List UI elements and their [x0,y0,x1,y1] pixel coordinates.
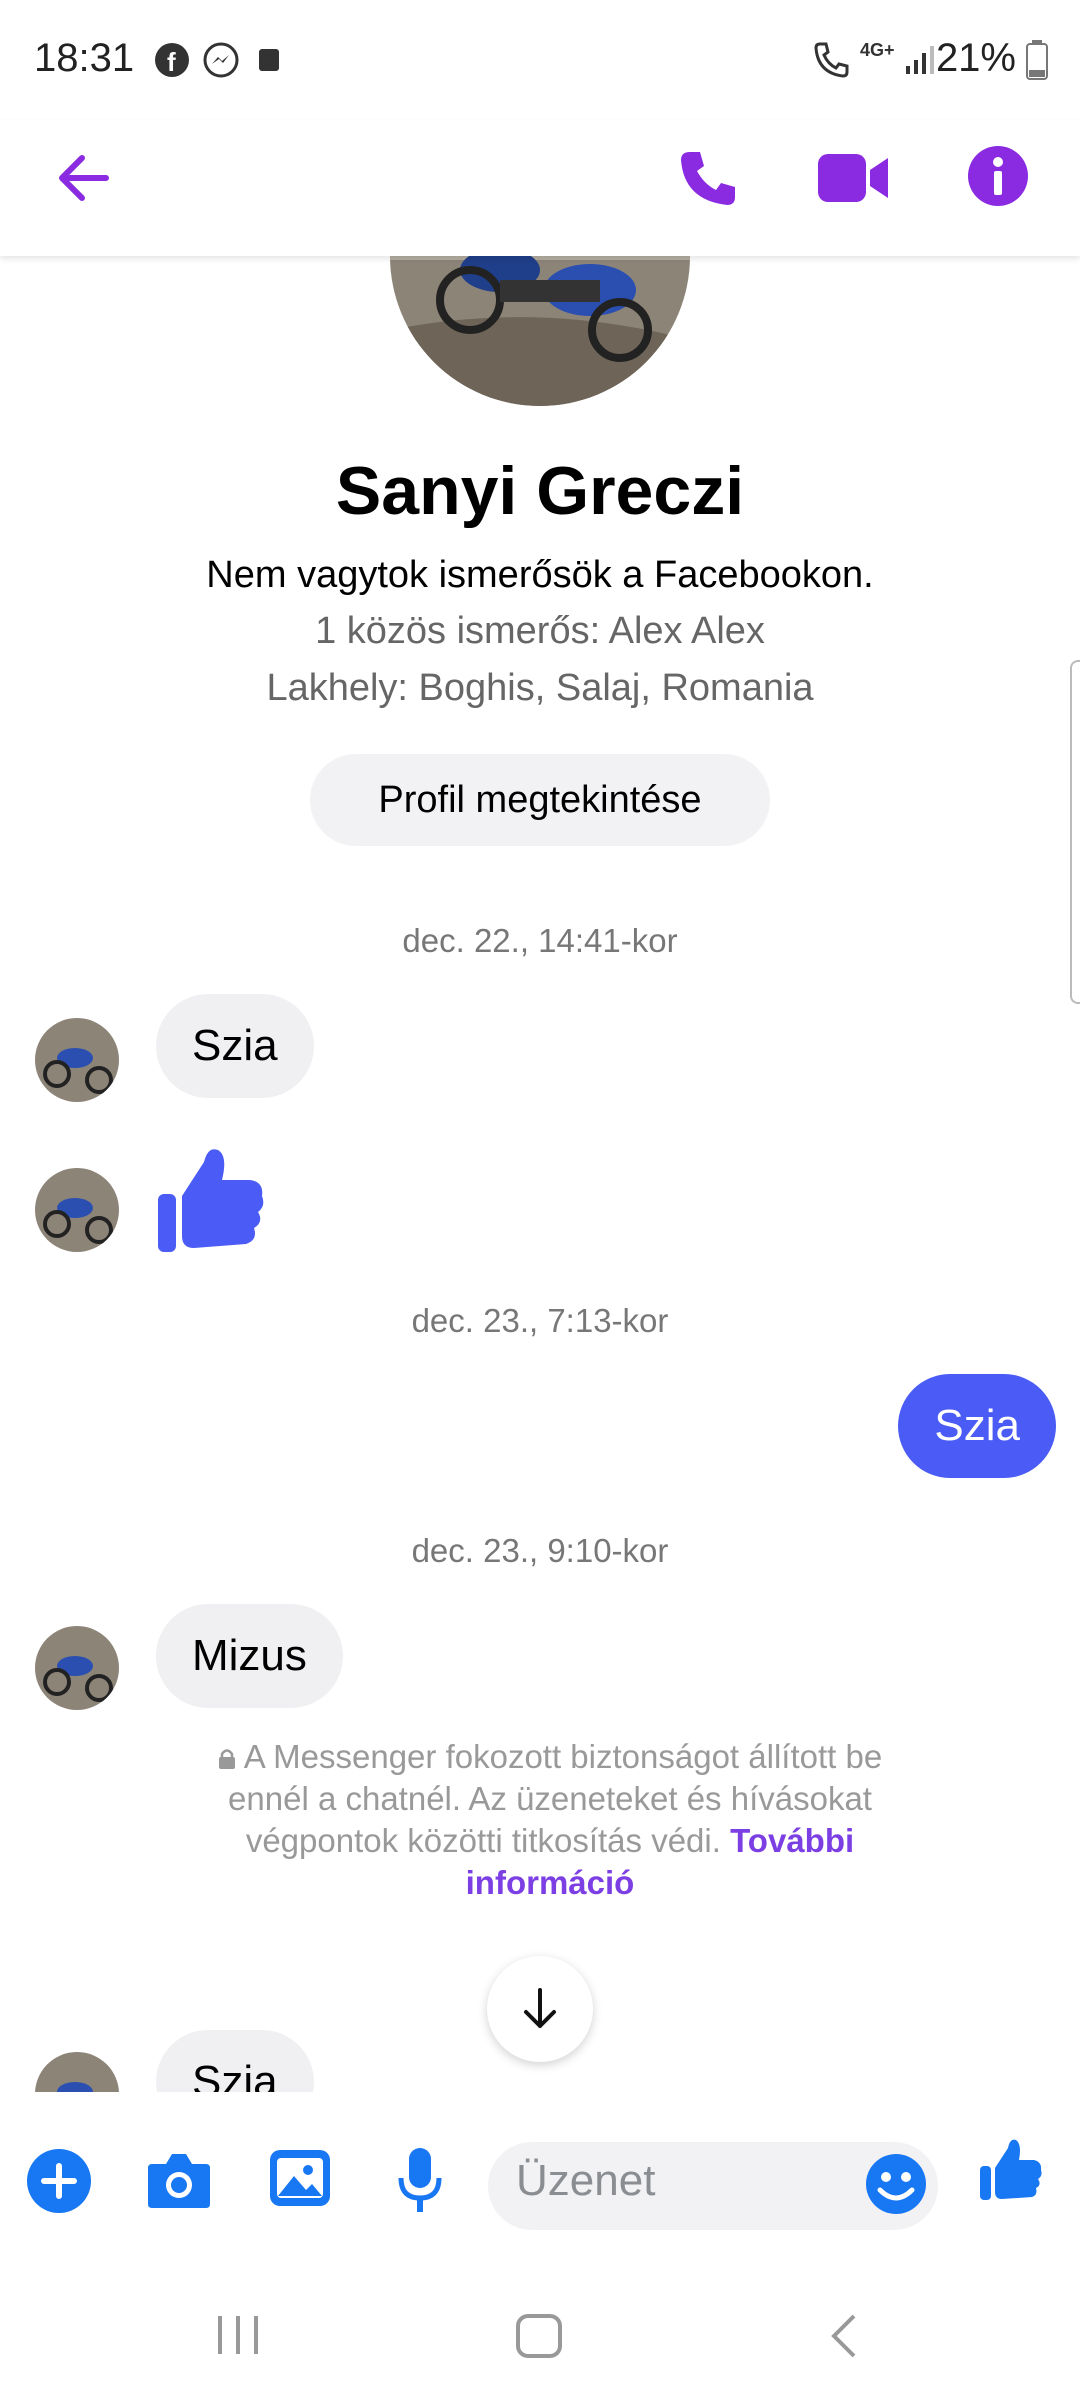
message-placeholder: Üzenet [516,2156,656,2205]
incoming-message[interactable]: Mizus [156,1604,343,1708]
mutual-friends: 1 közös ismerős: Alex Alex [315,610,765,652]
friend-status: Nem vagytok ismerősök a Facebookon. [206,554,874,596]
chat-header [0,120,1080,256]
emoji-icon[interactable] [864,2152,928,2216]
network-4g-label: 4G+ [860,40,895,60]
wifi-call-icon [814,42,849,78]
partial-message-row: Szia [0,2030,1080,2092]
profile-name: Sanyi Greczi [335,453,745,529]
facebook-icon: f [155,43,189,77]
mic-icon[interactable] [396,2146,444,2216]
notification-icon [259,49,279,71]
timestamp: dec. 22., 14:41-kor [402,922,678,959]
svg-text:f: f [167,47,176,77]
battery-icon [1026,40,1048,80]
home-icon[interactable] [514,2312,564,2360]
system-nav-bar [0,2268,1080,2400]
video-icon[interactable] [816,146,892,210]
messenger-icon [203,42,239,78]
incoming-message[interactable]: Szia [156,2030,314,2092]
battery-percent: 21% [935,36,1016,80]
encryption-notice: A Messenger fokozott biztonságot állítot… [200,1736,900,1904]
avatar[interactable] [35,1168,119,1252]
avatar[interactable] [35,1018,119,1102]
back-nav-icon[interactable] [826,2312,862,2360]
avatar[interactable] [35,1626,119,1710]
plus-icon[interactable] [26,2148,92,2214]
timestamp: dec. 23., 9:10-kor [411,1532,669,1569]
incoming-message[interactable]: Szia [156,994,314,1098]
camera-icon[interactable] [146,2150,212,2210]
timestamp: dec. 23., 7:13-kor [411,1302,669,1339]
location: Lakhely: Boghis, Salaj, Romania [266,667,814,709]
status-time: 18:31 [34,36,135,80]
info-icon[interactable] [966,144,1030,208]
like-icon[interactable] [978,2136,1042,2202]
avatar[interactable] [35,2052,119,2092]
arrow-down-icon [524,1988,556,2028]
phone-icon[interactable] [676,146,740,210]
thumbs-up-sticker[interactable] [154,1140,266,1256]
status-bar: 18:31 f 4G+ 21% [0,0,1080,120]
outgoing-message[interactable]: Szia [898,1374,1056,1478]
back-arrow-icon[interactable] [54,148,114,208]
view-profile-button[interactable]: Profil megtekintése [310,754,770,846]
lock-icon [218,1749,235,1769]
recent-apps-icon[interactable] [214,2312,264,2358]
signal-icon [906,46,934,74]
gallery-icon[interactable] [268,2148,332,2208]
